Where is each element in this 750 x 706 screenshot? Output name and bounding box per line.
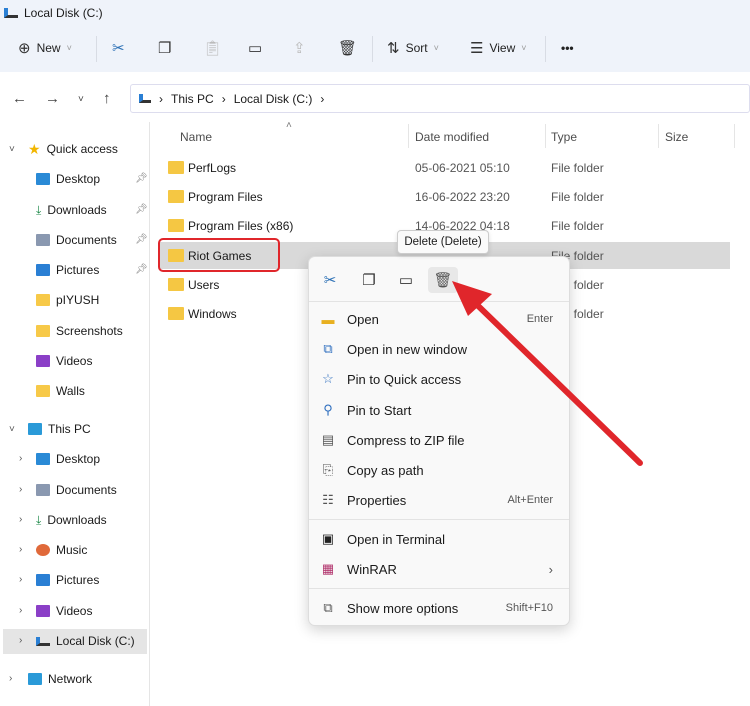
arrow-shaft (467, 295, 643, 466)
annotation-arrow (452, 281, 643, 466)
